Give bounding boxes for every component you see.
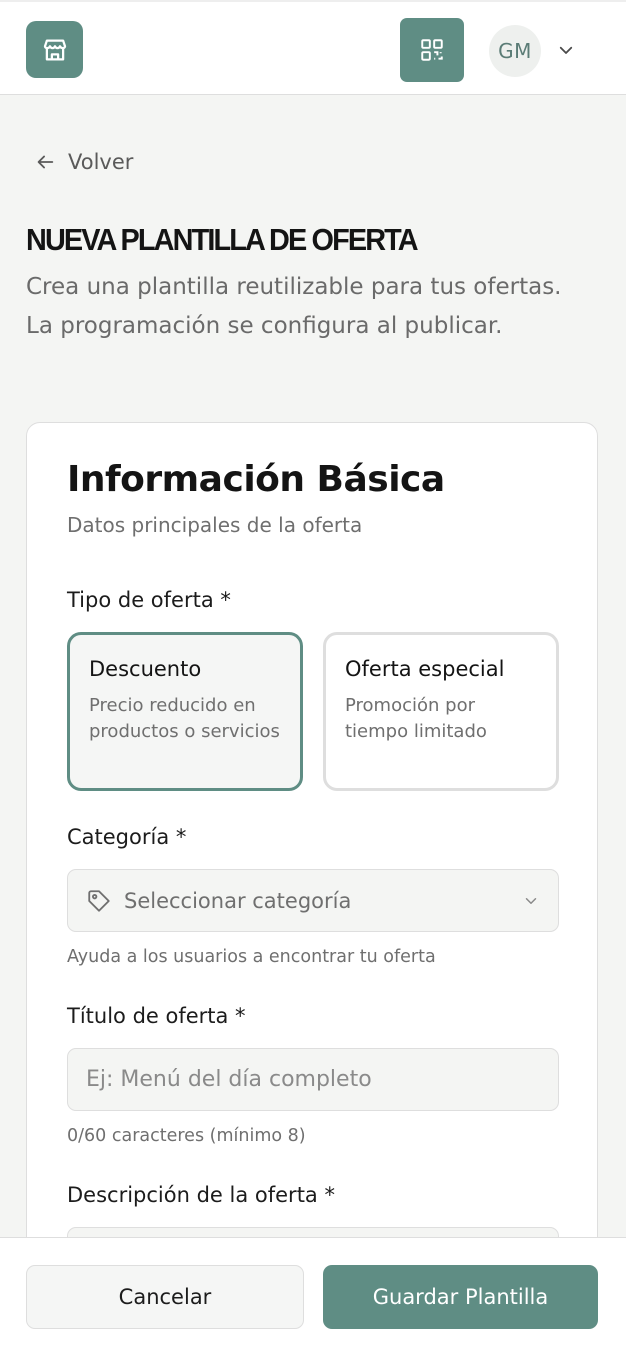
arrow-left-icon	[37, 155, 54, 169]
chevron-down-icon	[559, 46, 573, 54]
offer-type-discount[interactable]: Descuento Precio reducido en productos o…	[67, 632, 303, 791]
offer-type-description: Precio reducido en productos o servicios	[89, 695, 280, 742]
store-logo-button[interactable]	[26, 21, 83, 78]
offer-title-input[interactable]	[67, 1048, 559, 1111]
page-subtitle: Crea una plantilla reutilizable para tus…	[26, 274, 562, 339]
top-bar: GM	[0, 0, 626, 95]
cancel-button[interactable]: Cancelar	[26, 1265, 304, 1329]
back-link[interactable]: Volver	[34, 147, 133, 177]
basic-info-card: Información Básica Datos principales de …	[26, 422, 598, 1302]
chevron-down-icon	[525, 897, 537, 904]
offer-title-label: Título de oferta *	[67, 1004, 246, 1028]
offer-type-description: Promoción por tiempo limitado	[345, 695, 487, 742]
user-menu-toggle[interactable]	[556, 40, 576, 60]
save-template-button[interactable]: Guardar Plantilla	[323, 1265, 598, 1329]
description-label: Descripción de la oferta *	[67, 1183, 335, 1207]
category-label: Categoría *	[67, 825, 187, 849]
tag-icon	[88, 889, 110, 912]
back-label: Volver	[68, 150, 134, 174]
action-footer: Cancelar Guardar Plantilla	[0, 1237, 626, 1352]
qr-code-icon	[421, 39, 443, 61]
qr-code-button[interactable]	[400, 18, 464, 82]
card-title: Información Básica	[67, 459, 445, 500]
offer-type-title: Oferta especial	[345, 657, 505, 681]
category-helper: Ayuda a los usuarios a encontrar tu ofer…	[67, 947, 436, 967]
offer-title-counter: 0/60 caracteres (mínimo 8)	[67, 1126, 306, 1146]
offer-type-title: Descuento	[89, 657, 202, 681]
offer-type-special[interactable]: Oferta especial Promoción por tiempo lim…	[323, 632, 559, 791]
card-subtitle: Datos principales de la oferta	[67, 513, 363, 537]
store-icon	[43, 39, 66, 60]
page-title: NUEVA PLANTILLA DE OFERTA	[26, 222, 419, 257]
user-avatar[interactable]: GM	[489, 25, 541, 77]
category-placeholder: Seleccionar categoría	[124, 888, 352, 913]
category-select[interactable]: Seleccionar categoría	[67, 869, 559, 932]
offer-type-label: Tipo de oferta *	[67, 588, 231, 612]
offer-template-page: GM Volver NUEVA PLANTILLA DE OFERTA Crea…	[0, 0, 626, 1352]
